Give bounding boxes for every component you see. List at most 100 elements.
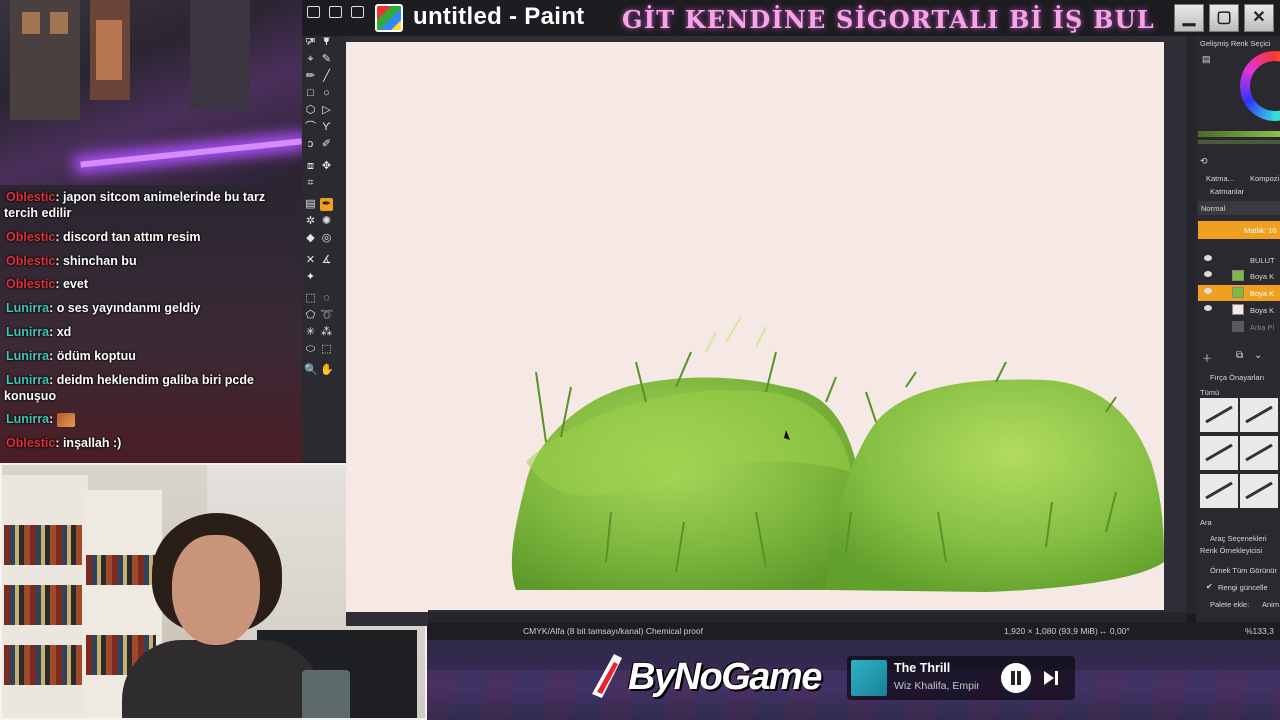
sample-option[interactable]: Örnek Tüm Görünür [1210,566,1277,575]
assistant-tool-icon[interactable]: ✕ [304,254,317,267]
tab-layers[interactable]: Katma... [1206,174,1234,183]
layer-name: Arka Pl [1250,323,1275,332]
brush-preset[interactable] [1240,436,1278,470]
freehand-path-icon[interactable]: ϒ [320,121,333,134]
minimize-button[interactable]: ▁ [1174,4,1204,32]
chat-message: Lunirra: deidm heklendim galiba biri pcd… [4,372,298,404]
grass-painting [511,316,1164,592]
chat-message: Oblestic: evet [4,276,298,292]
color-selector-title: Gelişmiş Renk Seçici [1200,39,1271,48]
visibility-eye-icon[interactable] [1204,288,1212,294]
enclose-fill-icon[interactable]: ◎ [320,232,333,245]
city-backdrop [0,0,302,185]
chat-text: : discord tan attım resim [55,229,201,244]
crop-tool-icon[interactable]: ⌗ [304,177,317,190]
polygon-select-icon[interactable]: ⬠ [304,309,317,322]
color-history-bar[interactable] [1198,131,1280,137]
brush-preset[interactable] [1200,436,1238,470]
visibility-eye-icon[interactable] [1204,255,1212,261]
chat-message: Oblestic: shinchan bu [4,253,298,269]
brush-icon[interactable]: ✏ [304,70,317,83]
smart-patch-icon[interactable]: ✺ [320,215,333,228]
zoom-tool-icon[interactable]: 🔍 [304,364,318,377]
settings-icon[interactable]: ▤ [1202,54,1211,65]
fill-tool-icon[interactable]: ◆ [304,232,317,245]
brush-preset[interactable] [1200,474,1238,508]
text-tool-icon[interactable]: T [320,36,333,49]
rectangle-tool-icon[interactable]: □ [304,87,317,100]
checkbox-checked-icon[interactable]: ✔ [1206,582,1213,591]
dynamic-brush-icon[interactable]: ↄ [304,138,317,151]
chat-message: Lunirra: o ses yayındanmı geldiy [4,300,298,316]
measure-tool-icon[interactable]: ∡ [320,254,333,267]
ellipse-tool-icon[interactable]: ○ [320,87,333,100]
visibility-eye-icon[interactable] [1204,271,1212,277]
multibrush-icon[interactable]: ✐ [320,138,333,151]
next-track-icon[interactable] [1043,670,1059,686]
bezier-select-icon[interactable]: ⬭ [304,343,317,356]
rect-select-icon[interactable]: ⬚ [304,292,317,305]
drawing-canvas[interactable] [346,42,1164,610]
brush-preset[interactable] [1240,474,1278,508]
brush-preset[interactable] [1240,398,1278,432]
gradient-tool-icon[interactable]: ▤ [304,198,317,211]
similar-select-icon[interactable]: ⁂ [320,326,333,339]
brush-preset[interactable] [1200,398,1238,432]
freehand-select-icon[interactable]: ➰ [320,309,334,322]
layer-row[interactable]: BULUT [1198,252,1280,268]
new-file-icon[interactable] [307,6,320,18]
transform-tool-icon[interactable]: ⧈ [304,160,317,173]
contiguous-select-icon[interactable]: ✳ [304,326,317,339]
tab-compositions[interactable]: Kompozi [1250,174,1279,183]
blend-mode-select[interactable]: Normal [1198,201,1280,215]
layer-row[interactable]: Boya K [1198,302,1280,318]
chat-message: Oblestic: inşallah :) [4,435,298,451]
layer-row[interactable]: Arka Pl [1198,319,1280,335]
chat-username: Oblestic [6,277,56,292]
layer-row-selected[interactable]: Boya K [1198,285,1280,301]
polygon-tool-icon[interactable]: ⬡ [304,104,317,117]
add-layer-icon[interactable]: ＋ [1202,350,1212,365]
horizontal-scrollbar[interactable] [428,612,1186,622]
maximize-button[interactable]: ▢ [1209,4,1239,32]
calligraphy-icon[interactable]: ✎ [320,53,333,66]
visibility-eye-icon[interactable] [1204,305,1212,311]
bezier-tool-icon[interactable]: ⌒ [304,121,317,134]
color-shade-bar[interactable] [1198,140,1280,144]
album-art [851,660,887,696]
select-arrow-icon[interactable]: ➚ [304,36,317,49]
pause-button[interactable] [1001,663,1031,693]
open-folder-icon[interactable] [329,6,342,18]
color-sampler-icon[interactable]: ✒ [320,198,333,211]
layer-row[interactable]: Boya K [1198,268,1280,284]
colorize-mask-icon[interactable]: ✲ [304,215,317,228]
chat-text: : evet [55,277,88,292]
ellipse-select-icon[interactable]: ◌ [320,292,333,305]
save-icon[interactable] [351,6,364,18]
search-label[interactable]: Ara [1200,518,1212,527]
close-button[interactable]: ✕ [1244,4,1274,32]
move-tool-icon[interactable]: ✥ [320,160,333,173]
layer-name: Boya K [1250,272,1275,281]
chat-message: Lunirra: ödüm koptuu [4,348,298,364]
chat-username: Lunirra [6,412,50,427]
line-tool-icon[interactable]: ╱ [320,70,333,83]
magnetic-select-icon[interactable]: ⬚ [320,343,333,356]
palette-add-label: Palete ekle: [1210,600,1250,609]
pan-tool-icon[interactable]: ✋ [320,364,334,377]
move-down-icon[interactable]: ⌄ [1254,350,1262,361]
stream-screen: Oblestic: japon sitcom animelerinde bu t… [0,0,1280,720]
vertical-scrollbar[interactable] [1186,36,1196,614]
color-mode-label: CMYK/Alfa (8 bit tamsayı/kanal) Chemical… [523,626,703,636]
palette-mode-select[interactable]: Anim [1262,600,1279,609]
tool-options-title: Araç Seçenekleri [1210,534,1267,543]
window-title: untitled - Paint [413,3,585,30]
polyline-tool-icon[interactable]: ▷ [320,104,333,117]
refresh-icon[interactable]: ⟲ [1200,156,1208,167]
edit-shape-icon[interactable]: ⌖ [304,53,317,66]
opacity-slider[interactable]: Matlık: 10 [1198,221,1280,239]
brush-filter-tag[interactable]: Tümü [1200,388,1219,397]
reference-tool-icon[interactable]: ✦ [304,271,317,284]
duplicate-layer-icon[interactable]: ⧉ [1236,350,1243,361]
zoom-label[interactable]: %133,3 [1245,622,1274,640]
